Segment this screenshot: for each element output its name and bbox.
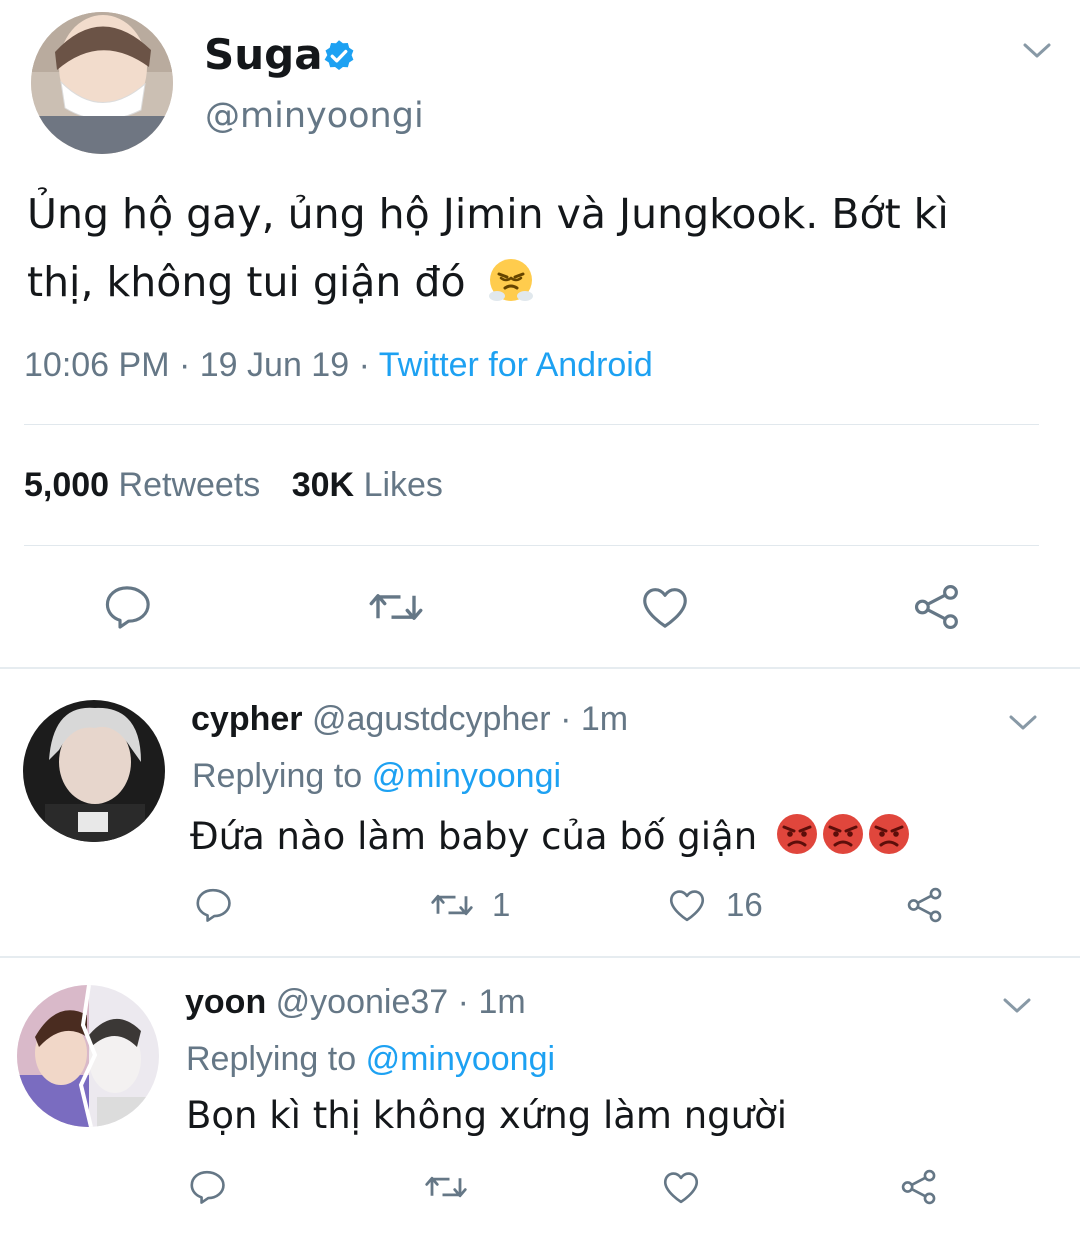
reply-avatar[interactable] (23, 700, 165, 842)
divider (24, 424, 1039, 425)
retweet-icon[interactable] (366, 580, 426, 634)
likes-label: Likes (363, 466, 443, 504)
reply-text: Đứa nào làm baby của bố giận (190, 812, 911, 865)
replying-to: Replying to @minyoongi (186, 1040, 555, 1079)
author-avatar[interactable] (31, 12, 173, 154)
reply-text-content: Đứa nào làm baby của bố giận (190, 815, 758, 858)
reply-icon[interactable] (100, 580, 154, 634)
share-icon[interactable] (910, 580, 964, 634)
replying-to: Replying to @minyoongi (192, 757, 561, 796)
like-icon[interactable] (666, 884, 708, 926)
retweets-count: 5,000 (24, 466, 110, 504)
meta-separator: · (178, 346, 191, 384)
author-handle[interactable]: @minyoongi (205, 96, 424, 136)
reply-timestamp[interactable]: 1m (478, 983, 525, 1021)
reply-like-count: 16 (726, 886, 763, 923)
reply-author-handle[interactable]: @yoonie37 (276, 983, 449, 1021)
meta-separator: · (560, 700, 572, 738)
chevron-down-icon[interactable] (1001, 995, 1033, 1017)
retweet-icon[interactable] (422, 1166, 470, 1208)
meta-separator: · (358, 346, 370, 384)
tweet-date[interactable]: 19 Jun 19 (200, 346, 349, 384)
tweet-text-line2-text: thị, không tui giận đó (27, 258, 466, 306)
angry-face-icon (867, 812, 911, 865)
tweet-time[interactable]: 10:06 PM (24, 346, 170, 384)
meta-separator: · (457, 983, 469, 1021)
reply-author-handle[interactable]: @agustdcypher (312, 700, 551, 738)
tweet-stats: 5,000 Retweets 30K Likes (24, 466, 443, 505)
chevron-down-icon[interactable] (1021, 40, 1053, 62)
face-with-steam-icon (487, 256, 535, 314)
divider (24, 545, 1039, 546)
retweets-stat[interactable]: 5,000 Retweets (24, 466, 270, 504)
tweet-text-line1: Ủng hộ gay, ủng hộ Jimin và Jungkook. Bớ… (27, 190, 949, 238)
verified-badge-icon (321, 38, 357, 74)
reply-retweet-count: 1 (492, 886, 511, 923)
likes-count: 30K (291, 466, 355, 504)
share-icon[interactable] (904, 884, 946, 926)
share-icon[interactable] (898, 1166, 940, 1208)
author-name[interactable]: Suga (204, 30, 323, 79)
reply-timestamp[interactable]: 1m (581, 700, 628, 738)
reply-text: Bọn kì thị không xứng làm người (186, 1094, 788, 1137)
reply-icon[interactable] (186, 1166, 228, 1208)
reply-header: cypher @agustdcypher · 1m (191, 700, 628, 739)
section-divider (0, 956, 1080, 958)
replying-to-label: Replying to (186, 1040, 357, 1078)
likes-stat[interactable]: 30K Likes (292, 466, 443, 504)
retweets-label: Retweets (118, 466, 261, 504)
tweet-meta: 10:06 PM · 19 Jun 19 · Twitter for Andro… (24, 346, 653, 385)
reply-header: yoon @yoonie37 · 1m (185, 983, 526, 1022)
reply-icon[interactable] (192, 884, 234, 926)
replying-to-label: Replying to (192, 757, 363, 795)
retweet-icon[interactable] (428, 884, 476, 926)
section-divider (0, 667, 1080, 669)
like-icon[interactable] (638, 580, 692, 634)
replying-to-handle[interactable]: @minyoongi (366, 1040, 556, 1078)
chevron-down-icon[interactable] (1007, 712, 1039, 734)
tweet-source-link[interactable]: Twitter for Android (379, 346, 653, 384)
replying-to-handle[interactable]: @minyoongi (372, 757, 562, 795)
reply-avatar[interactable] (17, 985, 159, 1127)
angry-face-icon (821, 812, 865, 865)
angry-face-icon (775, 812, 819, 865)
reply-author-name[interactable]: cypher (191, 700, 303, 738)
like-icon[interactable] (660, 1166, 702, 1208)
tweet-text-line2: thị, không tui giận đó (27, 256, 535, 314)
reply-author-name[interactable]: yoon (185, 983, 266, 1021)
